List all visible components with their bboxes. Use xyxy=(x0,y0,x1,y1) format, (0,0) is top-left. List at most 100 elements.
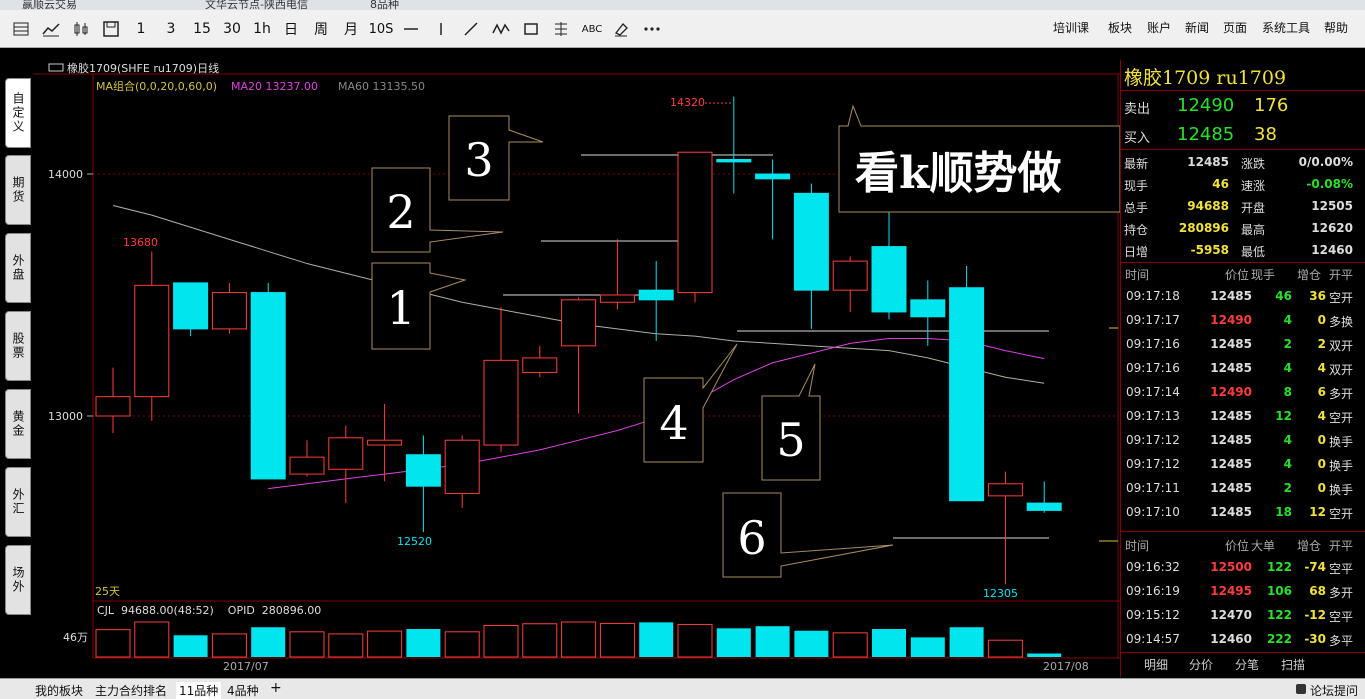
period-10s-button[interactable]: 10S xyxy=(368,17,394,41)
period-month-button[interactable]: 月 xyxy=(340,17,362,41)
candle-body xyxy=(289,456,325,475)
table-row[interactable]: 09:17:10 12485 18 12 空开 xyxy=(1121,500,1365,524)
cell-time: 09:17:10 xyxy=(1126,505,1180,519)
table-row[interactable]: 09:17:14 12490 8 6 多开 xyxy=(1121,380,1365,404)
volume-bar xyxy=(755,626,790,657)
tab-futures[interactable]: 期货 xyxy=(5,155,31,225)
volume-bar xyxy=(251,627,286,657)
cell-qty: 4 xyxy=(1283,433,1292,447)
candle-body xyxy=(677,151,713,294)
period-30-button[interactable]: 30 xyxy=(220,17,244,41)
rectangle-icon[interactable] xyxy=(520,17,542,41)
line-chart-icon[interactable] xyxy=(40,17,62,41)
menu-account[interactable]: 账户 xyxy=(1147,19,1171,36)
period-3-button[interactable]: 3 xyxy=(160,17,182,41)
tab-foreign[interactable]: 外盘 xyxy=(5,233,31,303)
table-row[interactable]: 09:17:17 12490 4 0 多换 xyxy=(1121,308,1365,332)
bottom-tab-my-sector[interactable]: 我的板块 xyxy=(35,682,83,699)
column-header: 开平 xyxy=(1329,268,1354,282)
candle-body xyxy=(483,359,519,446)
cell-oi: 0 xyxy=(1317,481,1326,495)
period-1-button[interactable]: 1 xyxy=(130,17,152,41)
table-row[interactable]: 09:17:18 12485 46 36 空开 xyxy=(1121,284,1365,308)
candle xyxy=(561,297,597,414)
period-day-button[interactable]: 日 xyxy=(280,17,302,41)
menu-help[interactable]: 帮助 xyxy=(1324,19,1348,36)
tab-custom[interactable]: 自定义 xyxy=(5,78,31,148)
volume-bar xyxy=(444,631,480,658)
table-row[interactable]: 09:16:32 12500 122 -74 空平 xyxy=(1121,555,1365,579)
volume-bar xyxy=(910,637,945,657)
big-callout-text: 看k顺势做 xyxy=(855,148,1062,199)
period-15-button[interactable]: 15 xyxy=(190,17,214,41)
cell-time: 09:15:12 xyxy=(1126,608,1180,622)
candle-icon[interactable] xyxy=(70,17,92,41)
cell-price: 12485 xyxy=(1210,481,1252,495)
more-icon[interactable] xyxy=(640,17,664,41)
cell-type: 空平 xyxy=(1329,610,1354,624)
fibonacci-icon[interactable] xyxy=(550,17,572,41)
callout-6-text: 6 xyxy=(737,511,766,565)
candle xyxy=(405,435,441,533)
text-tool-button[interactable]: ABC xyxy=(578,17,606,41)
table-row[interactable]: 09:17:16 12485 4 4 双开 xyxy=(1121,356,1365,380)
stat-value: 46 xyxy=(1212,177,1229,191)
bottom-tab-main-contract[interactable]: 主力合约排名 xyxy=(95,682,167,699)
table-row[interactable]: 09:17:12 12485 4 0 换手 xyxy=(1121,428,1365,452)
tab-ticks[interactable]: 分笔 xyxy=(1235,656,1259,673)
tab-stocks[interactable]: 股票 xyxy=(5,311,31,381)
period-week-button[interactable]: 周 xyxy=(310,17,332,41)
table-row[interactable]: 09:16:19 12495 106 68 多开 xyxy=(1121,579,1365,603)
y-tick-14000: 14000 xyxy=(48,168,83,181)
table-row[interactable]: 09:15:12 12470 122 -12 空平 xyxy=(1121,603,1365,627)
stat-value: 12620 xyxy=(1311,221,1353,235)
hline-icon[interactable] xyxy=(400,17,422,41)
price-mark-12305: 12305 xyxy=(983,587,1018,600)
callout-3: 3 xyxy=(448,115,544,201)
period-1h-button[interactable]: 1h xyxy=(250,17,274,41)
ma60-label: MA60 13135.50 xyxy=(338,80,425,93)
cell-type: 空开 xyxy=(1329,507,1354,521)
add-tab-button[interactable]: + xyxy=(270,680,282,696)
table-row[interactable]: 09:17:16 12485 2 2 双开 xyxy=(1121,332,1365,356)
cell-price: 12490 xyxy=(1210,385,1252,399)
tab-forex[interactable]: 外汇 xyxy=(5,467,31,537)
grid-icon[interactable] xyxy=(10,17,32,41)
eraser-icon[interactable] xyxy=(610,17,632,41)
volume-bar xyxy=(794,630,829,657)
wave-icon[interactable] xyxy=(490,17,512,41)
tab-detail[interactable]: 明细 xyxy=(1144,656,1168,673)
tab-otc[interactable]: 场外 xyxy=(5,545,31,615)
quote-title: 橡胶1709 ru1709 xyxy=(1124,67,1287,89)
menu-news[interactable]: 新闻 xyxy=(1185,19,1209,36)
table-row[interactable]: 09:17:13 12485 12 4 空开 xyxy=(1121,404,1365,428)
menu-training[interactable]: 培训课 xyxy=(1053,19,1089,36)
buy-price: 12485 xyxy=(1177,124,1235,145)
bottom-tab-11[interactable]: 11品种 xyxy=(176,682,222,699)
big-callout: 看k顺势做 xyxy=(838,104,1120,213)
table-row[interactable]: 09:17:12 12485 4 0 换手 xyxy=(1121,452,1365,476)
callout-2-text: 2 xyxy=(386,185,415,239)
menu-sector[interactable]: 板块 xyxy=(1108,19,1132,36)
vline-icon[interactable] xyxy=(430,17,452,41)
trendline-icon[interactable] xyxy=(460,17,482,41)
table-row[interactable]: 09:17:11 12485 2 0 换手 xyxy=(1121,476,1365,500)
tab-gold[interactable]: 黄金 xyxy=(5,389,31,459)
forum-button[interactable]: 论坛提问 xyxy=(1310,682,1358,699)
menu-page[interactable]: 页面 xyxy=(1223,19,1247,36)
tab-price-dist[interactable]: 分价 xyxy=(1189,656,1213,673)
menu-system-tools[interactable]: 系统工具 xyxy=(1262,19,1310,36)
save-icon[interactable] xyxy=(100,17,122,41)
forum-icon[interactable] xyxy=(1296,684,1306,694)
table-row[interactable]: 09:14:57 12460 222 -30 多平 xyxy=(1121,627,1365,651)
cell-oi: 0 xyxy=(1317,313,1326,327)
candle-body xyxy=(871,246,907,313)
cell-oi: 2 xyxy=(1317,337,1326,351)
callout-1-text: 1 xyxy=(386,281,415,335)
cell-price: 12500 xyxy=(1210,560,1252,574)
kline-chart[interactable]: 14000 13000 橡胶1709(SHFE ru1709)日线 MA组合(0… xyxy=(33,48,1120,678)
tab-scan[interactable]: 扫描 xyxy=(1281,656,1305,673)
cell-time: 09:16:19 xyxy=(1126,584,1180,598)
bottom-tab-4[interactable]: 4品种 xyxy=(227,682,259,699)
candle-body xyxy=(638,289,674,301)
